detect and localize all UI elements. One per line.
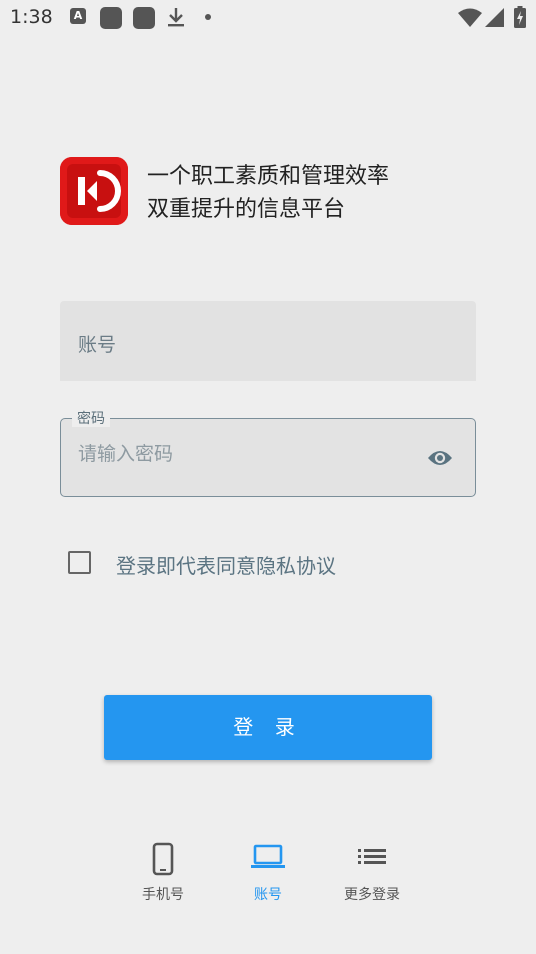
tab-label: 账号 bbox=[254, 887, 282, 903]
login-button[interactable]: 登 录 bbox=[104, 695, 432, 760]
password-field[interactable] bbox=[60, 418, 476, 497]
app-square-icon bbox=[100, 7, 122, 29]
slogan: 一个职工素质和管理效率 双重提升的信息平台 bbox=[147, 160, 389, 226]
download-icon bbox=[166, 6, 186, 32]
dot-icon bbox=[205, 14, 211, 20]
tab-account[interactable]: 账号 bbox=[223, 838, 313, 910]
slogan-line-1: 一个职工素质和管理效率 bbox=[147, 164, 390, 189]
tab-label: 手机号 bbox=[142, 887, 184, 903]
tab-more-login[interactable]: 更多登录 bbox=[327, 838, 417, 910]
password-input[interactable] bbox=[78, 443, 408, 465]
agreement-checkbox[interactable] bbox=[68, 551, 91, 574]
status-time: 1:38 bbox=[10, 6, 53, 28]
password-label: 密码 bbox=[72, 411, 110, 427]
app-logo bbox=[60, 157, 128, 225]
signal-icon bbox=[484, 8, 504, 32]
eye-icon[interactable] bbox=[427, 447, 453, 469]
login-screen: 1:38 A 一个职工素质和管理效率 双重提升的信息平台 账号 密码 登录即代表… bbox=[0, 0, 536, 954]
app-square-icon bbox=[133, 7, 155, 29]
wifi-icon bbox=[458, 8, 482, 32]
battery-charging-icon bbox=[514, 6, 526, 32]
account-input[interactable]: 账号 bbox=[60, 301, 476, 381]
laptop-icon bbox=[250, 842, 286, 874]
tab-label: 更多登录 bbox=[344, 887, 400, 903]
status-bar: 1:38 A bbox=[0, 0, 536, 36]
account-label: 账号 bbox=[78, 334, 117, 356]
list-icon bbox=[357, 842, 387, 874]
agreement-text[interactable]: 登录即代表同意隐私协议 bbox=[116, 550, 336, 579]
slogan-line-2: 双重提升的信息平台 bbox=[147, 197, 346, 222]
text-a-icon: A bbox=[70, 8, 86, 24]
smartphone-icon bbox=[152, 842, 174, 880]
tab-phone[interactable]: 手机号 bbox=[118, 838, 208, 910]
